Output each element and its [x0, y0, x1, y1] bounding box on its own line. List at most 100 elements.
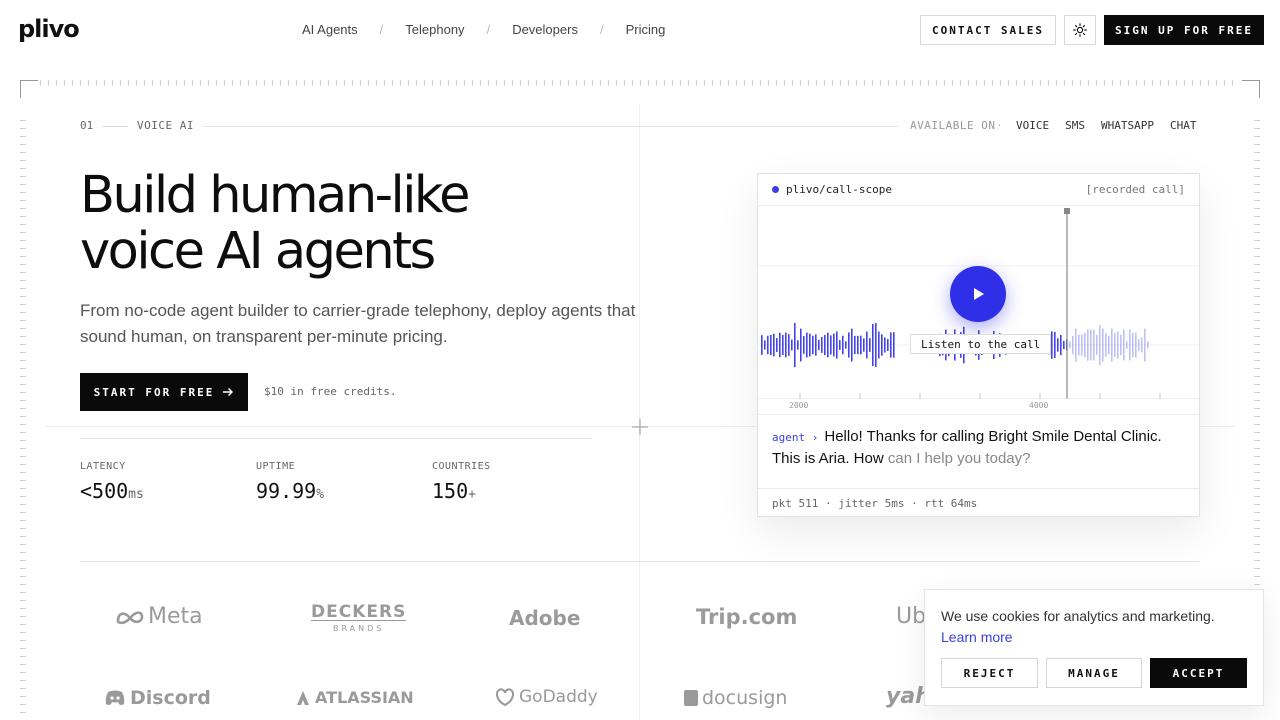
nav-separator: /: [379, 22, 384, 37]
brand-atlassian: ATLASSIAN: [296, 688, 414, 707]
cta-label: START FOR FREE: [93, 385, 215, 399]
nav-ai-agents[interactable]: AI Agents: [302, 22, 358, 37]
waveform-bar: [1084, 332, 1086, 358]
brand-deckers: DECKERS BRANDS: [311, 604, 407, 637]
waveform-bar: [1117, 331, 1119, 359]
nav-separator: /: [486, 22, 491, 37]
waveform-bar: [1138, 339, 1140, 351]
nav-developers[interactable]: Developers: [512, 22, 578, 37]
waveform-bar: [770, 334, 772, 356]
stat-value: 99.99%: [256, 479, 325, 503]
waveform-bar: [836, 331, 838, 359]
manage-button[interactable]: MANAGE: [1046, 658, 1142, 688]
hero-title-line1: Build human-like: [80, 166, 470, 225]
section-rule: [202, 126, 898, 127]
waveform-bar: [1072, 335, 1074, 355]
signup-button[interactable]: SIGN UP FOR FREE: [1104, 15, 1264, 45]
axis-tick-label: 4000: [1029, 401, 1049, 410]
logo-text: plivo: [18, 15, 80, 43]
waveform-bar: [1123, 329, 1125, 361]
recorded-call-tag: [recorded call]: [1085, 183, 1185, 196]
discord-icon: [105, 690, 125, 705]
hero-subtitle: From no-code agent builder to carrier-gr…: [80, 301, 636, 346]
waveform-bar: [842, 335, 844, 355]
waveform-bar: [866, 331, 868, 359]
stat-uptime: UPTIME 99.99%: [256, 461, 324, 503]
waveform-bar: [890, 332, 892, 358]
plivo-logo[interactable]: plivo: [18, 14, 80, 44]
waveform-bar: [773, 333, 775, 357]
waveform-bar: [776, 338, 778, 352]
waveform-bar: [761, 335, 763, 355]
available-on-label: AVAILABLE ON: [910, 119, 996, 132]
channel-whatsapp[interactable]: WHATSAPP: [1101, 119, 1154, 132]
waveform-bar: [839, 340, 841, 350]
waveform-bar: [1132, 332, 1134, 358]
reject-button[interactable]: REJECT: [941, 658, 1038, 688]
waveform-bar: [1051, 331, 1053, 359]
section-number: 01: [80, 119, 94, 132]
waveform-area[interactable]: Listen to the call: [758, 207, 1199, 400]
site-header: plivo AI Agents / Telephony / Developers…: [0, 0, 1280, 62]
grid-divider-vertical: [639, 104, 640, 720]
docusign-icon: [684, 690, 698, 706]
frame-corner: [20, 80, 38, 98]
waveform-bar: [788, 334, 790, 356]
waveform-bar: [845, 341, 847, 349]
axis-tick-label: 2000: [789, 401, 809, 410]
channel-sms[interactable]: SMS: [1065, 119, 1085, 132]
hero-title-ai: AI: [202, 222, 275, 281]
start-for-free-button[interactable]: START FOR FREE: [80, 373, 248, 411]
section-name: VOICE AI: [137, 119, 194, 132]
brand-trip: Trip.com: [696, 605, 798, 629]
brand-discord: Discord: [104, 687, 211, 709]
learn-more-link[interactable]: Learn more: [941, 629, 1013, 645]
nav-pricing[interactable]: Pricing: [626, 22, 666, 37]
waveform-bar: [785, 332, 787, 358]
waveform-bar: [809, 333, 811, 357]
stat-label: LATENCY: [80, 461, 126, 472]
channel-voice[interactable]: VOICE: [1016, 119, 1049, 132]
live-dot: [772, 186, 779, 193]
theme-toggle-button[interactable]: [1064, 15, 1096, 45]
channel-chat[interactable]: CHAT: [1170, 119, 1197, 132]
call-metrics: pkt 511 · jitter 5ms · rtt 64ms: [758, 488, 1199, 517]
speaker-label: agent ›: [772, 431, 819, 444]
channel-list: VOICE SMS WHATSAPP CHAT: [1016, 119, 1196, 132]
waveform-bar: [1108, 335, 1110, 355]
accept-button[interactable]: ACCEPT: [1150, 658, 1247, 688]
crosshair-icon: [632, 419, 648, 435]
stat-countries: COUNTRIES 150+: [432, 461, 491, 503]
hero-title-voice: voice: [80, 222, 205, 281]
brand-meta: Meta: [116, 604, 203, 629]
stat-latency: LATENCY <500ms: [80, 461, 144, 503]
stats-divider: [80, 438, 592, 439]
logos-divider: [80, 561, 1200, 562]
waveform-bar: [854, 335, 856, 355]
waveform-bar: [1114, 332, 1116, 358]
waveform-bar: [872, 323, 874, 367]
waveform-bar: [791, 339, 793, 351]
contact-sales-button[interactable]: CONTACT SALES: [920, 15, 1056, 45]
waveform-bar: [857, 335, 859, 355]
waveform-bar: [863, 338, 865, 352]
brand-uber: Ub: [896, 604, 927, 629]
waveform-bar: [1054, 331, 1056, 359]
waveform-bar: [1126, 341, 1128, 349]
cookie-banner: We use cookies for analytics and marketi…: [924, 589, 1264, 706]
waveform-bar: [821, 337, 823, 353]
waveform-bar: [1069, 341, 1071, 349]
waveform-bar: [794, 322, 796, 368]
nav-telephony[interactable]: Telephony: [405, 22, 464, 37]
waveform-bar: [1141, 337, 1143, 353]
waveform-bar: [803, 336, 805, 354]
play-button[interactable]: [950, 266, 1006, 322]
waveform-bar: [1063, 340, 1065, 350]
waveform-bar: [1057, 338, 1059, 352]
nav-separator: /: [599, 22, 604, 37]
waveform-bar: [1099, 324, 1101, 366]
waveform-bar: [848, 332, 850, 358]
listen-to-call-label[interactable]: Listen to the call: [910, 334, 1052, 354]
waveform-bar: [1144, 328, 1146, 362]
waveform-bar: [1075, 328, 1077, 362]
